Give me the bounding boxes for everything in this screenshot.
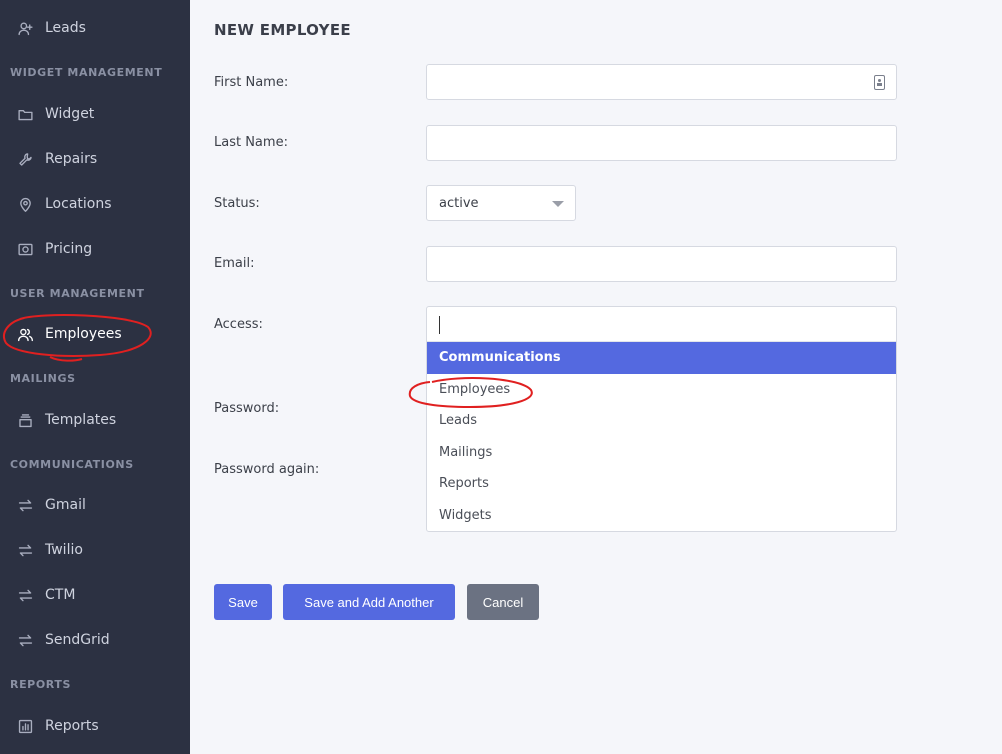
- users-icon: [15, 324, 35, 344]
- sidebar-item-ctm[interactable]: CTM: [0, 580, 190, 610]
- password-again-label: Password again:: [214, 462, 320, 477]
- access-option-leads[interactable]: Leads: [427, 405, 896, 437]
- sidebar: Leads WIDGET MANAGEMENT Widget Repairs L…: [0, 0, 190, 754]
- last-name-field[interactable]: [426, 125, 897, 161]
- arrows-swap-icon: [15, 585, 35, 605]
- map-pin-icon: [15, 194, 35, 214]
- sidebar-item-label: Locations: [45, 196, 112, 212]
- sidebar-item-templates[interactable]: Templates: [0, 405, 190, 435]
- arrows-swap-icon: [15, 495, 35, 515]
- sidebar-item-label: Leads: [45, 20, 86, 36]
- sidebar-item-sendgrid[interactable]: SendGrid: [0, 625, 190, 655]
- section-communications: COMMUNICATIONS: [10, 458, 134, 471]
- sidebar-item-label: Repairs: [45, 151, 98, 167]
- contact-card-icon[interactable]: [874, 75, 885, 90]
- sidebar-item-label: Gmail: [45, 497, 86, 513]
- cancel-button[interactable]: Cancel: [467, 584, 539, 620]
- first-name-label: First Name:: [214, 75, 289, 90]
- status-select[interactable]: active: [426, 185, 576, 221]
- sidebar-item-label: SendGrid: [45, 632, 110, 648]
- main-content: NEW EMPLOYEE First Name: Last Name: Stat…: [190, 0, 1002, 754]
- sidebar-item-widget[interactable]: Widget: [0, 99, 190, 129]
- sidebar-item-label: Twilio: [45, 542, 83, 558]
- access-option-employees[interactable]: Employees: [427, 374, 896, 406]
- bar-chart-icon: [15, 716, 35, 736]
- page-title: NEW EMPLOYEE: [214, 21, 351, 39]
- sidebar-item-locations[interactable]: Locations: [0, 189, 190, 219]
- section-reports: REPORTS: [10, 678, 71, 691]
- first-name-field[interactable]: [426, 64, 897, 100]
- section-user-management: USER MANAGEMENT: [10, 287, 145, 300]
- section-mailings: MAILINGS: [10, 372, 76, 385]
- sidebar-item-leads[interactable]: Leads: [0, 13, 190, 43]
- save-button[interactable]: Save: [214, 584, 272, 620]
- arrows-swap-icon: [15, 630, 35, 650]
- status-select-value: active: [439, 195, 479, 211]
- last-name-label: Last Name:: [214, 135, 288, 150]
- sidebar-item-label: Widget: [45, 106, 95, 122]
- wrench-icon: [15, 149, 35, 169]
- folder-icon: [15, 104, 35, 124]
- sidebar-item-repairs[interactable]: Repairs: [0, 144, 190, 174]
- access-option-communications[interactable]: Communications: [427, 342, 896, 374]
- email-label: Email:: [214, 256, 255, 271]
- sidebar-item-reports[interactable]: Reports: [0, 711, 190, 741]
- password-label: Password:: [214, 401, 280, 416]
- sidebar-item-label: Employees: [45, 326, 122, 342]
- save-and-add-another-button[interactable]: Save and Add Another: [283, 584, 455, 620]
- sidebar-item-twilio[interactable]: Twilio: [0, 535, 190, 565]
- sidebar-item-employees[interactable]: Employees: [0, 319, 190, 349]
- access-label: Access:: [214, 317, 263, 332]
- text-cursor: [439, 316, 440, 334]
- access-option-widgets[interactable]: Widgets: [427, 500, 896, 532]
- camera-icon: [15, 239, 35, 259]
- arrows-swap-icon: [15, 540, 35, 560]
- sidebar-item-label: CTM: [45, 587, 76, 603]
- section-widget-management: WIDGET MANAGEMENT: [10, 66, 163, 79]
- chevron-down-icon: [552, 201, 564, 207]
- sidebar-item-pricing[interactable]: Pricing: [0, 234, 190, 264]
- access-option-reports[interactable]: Reports: [427, 468, 896, 500]
- sidebar-item-label: Pricing: [45, 241, 93, 257]
- sidebar-item-gmail[interactable]: Gmail: [0, 490, 190, 520]
- user-plus-icon: [15, 18, 35, 38]
- access-multiselect[interactable]: Communications Employees Leads Mailings …: [426, 306, 897, 532]
- access-search-input[interactable]: [427, 307, 896, 342]
- sidebar-item-label: Reports: [45, 718, 99, 734]
- email-field[interactable]: [426, 246, 897, 282]
- access-option-mailings[interactable]: Mailings: [427, 437, 896, 469]
- archive-icon: [15, 410, 35, 430]
- sidebar-item-label: Templates: [45, 412, 117, 428]
- status-label: Status:: [214, 196, 260, 211]
